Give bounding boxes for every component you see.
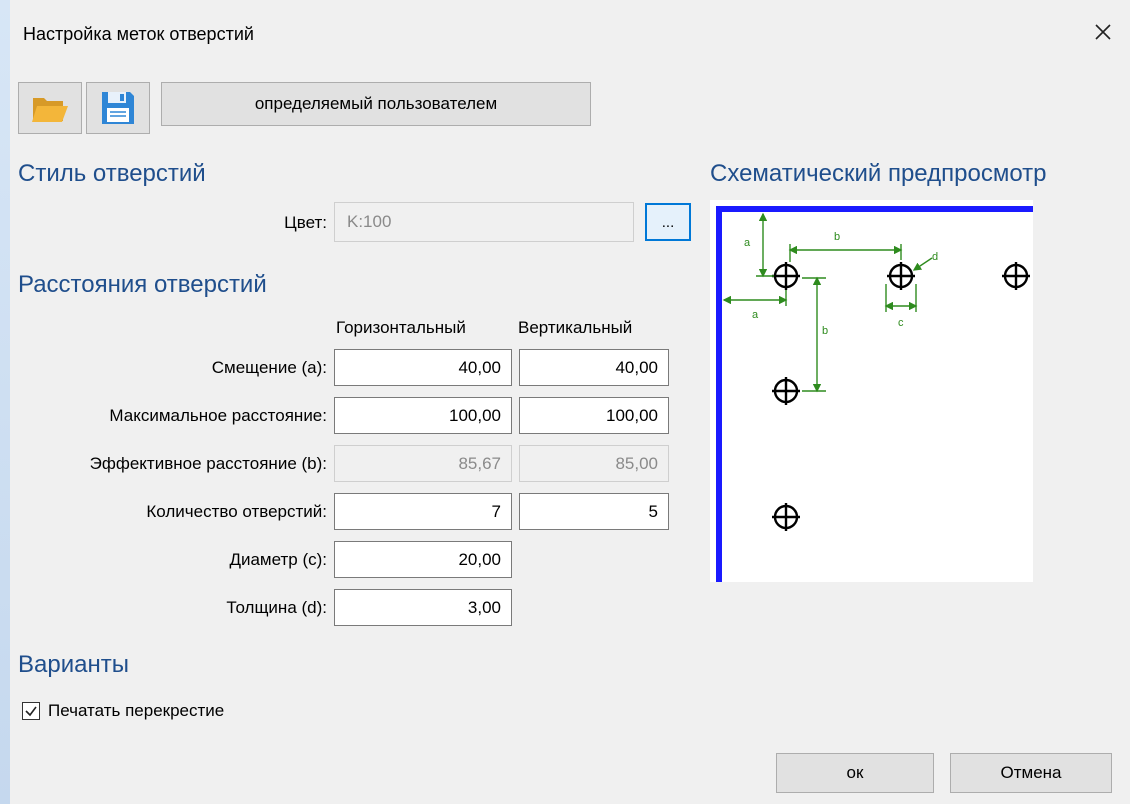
hole-count-label: Количество отверстий: xyxy=(146,502,327,521)
hole-mark xyxy=(772,503,800,531)
dim-label-d: d xyxy=(932,251,938,263)
hole-mark xyxy=(772,262,800,290)
dim-d xyxy=(912,257,933,271)
window-edge-strip xyxy=(0,0,10,804)
sheet-top-edge xyxy=(716,206,1033,212)
ok-button[interactable]: ок xyxy=(776,753,934,793)
schematic-preview-heading: Схематический предпросмотр xyxy=(710,160,1047,187)
hole-style-heading: Стиль отверстий xyxy=(18,160,206,187)
close-button[interactable] xyxy=(1083,14,1123,50)
color-field[interactable]: K:100 xyxy=(334,202,634,242)
effective-distance-vertical-field: 85,00 xyxy=(519,445,669,482)
hole-distances-heading: Расстояния отверстий xyxy=(18,271,267,298)
open-button[interactable] xyxy=(18,82,82,134)
folder-open-icon xyxy=(32,98,68,122)
checkmark-icon xyxy=(25,706,37,717)
diameter-field[interactable]: 20,00 xyxy=(334,541,512,578)
dim-label-a-left: a xyxy=(752,309,759,321)
hole-mark xyxy=(772,377,800,405)
hole-count-vertical-field[interactable]: 5 xyxy=(519,493,669,530)
max-distance-vertical-field[interactable]: 100,00 xyxy=(519,397,669,434)
hole-mark xyxy=(887,262,915,290)
offset-horizontal-field[interactable]: 40,00 xyxy=(334,349,512,386)
cancel-button[interactable]: Отмена xyxy=(950,753,1112,793)
dim-label-b-horizontal: b xyxy=(834,231,840,243)
sheet-left-edge xyxy=(716,206,722,582)
effective-distance-horizontal-field: 85,67 xyxy=(334,445,512,482)
close-icon xyxy=(1095,24,1111,40)
offset-label: Смещение (a): xyxy=(211,358,327,377)
dialog-title: Настройка меток отверстий xyxy=(23,24,254,44)
options-heading: Варианты xyxy=(18,651,129,678)
save-button[interactable] xyxy=(86,82,150,134)
dim-label-b-vertical: b xyxy=(822,325,828,337)
diameter-label: Диаметр (c): xyxy=(229,550,327,569)
hole-count-horizontal-field[interactable]: 7 xyxy=(334,493,512,530)
thickness-label: Толщина (d): xyxy=(226,598,327,617)
dim-label-a-top: a xyxy=(744,237,751,249)
max-distance-horizontal-field[interactable]: 100,00 xyxy=(334,397,512,434)
schematic-preview: a a b b c d xyxy=(710,200,1033,582)
effective-distance-label: Эффективное расстояние (b): xyxy=(89,454,327,473)
vertical-column-header: Вертикальный xyxy=(518,318,633,337)
preview-canvas: a a b b c d xyxy=(716,206,1033,582)
hole-mark xyxy=(1002,262,1030,290)
offset-vertical-field[interactable]: 40,00 xyxy=(519,349,669,386)
color-label: Цвет: xyxy=(284,213,327,232)
print-crosshair-checkbox[interactable] xyxy=(22,702,40,720)
dim-label-c: c xyxy=(898,317,904,329)
thickness-field[interactable]: 3,00 xyxy=(334,589,512,626)
preset-button[interactable]: определяемый пользователем xyxy=(161,82,591,126)
max-distance-label: Максимальное расстояние: xyxy=(109,406,327,425)
color-browse-button[interactable]: ... xyxy=(645,203,691,241)
floppy-save-icon xyxy=(102,92,134,124)
horizontal-column-header: Горизонтальный xyxy=(336,318,466,337)
print-crosshair-label[interactable]: Печатать перекрестие xyxy=(48,701,224,721)
